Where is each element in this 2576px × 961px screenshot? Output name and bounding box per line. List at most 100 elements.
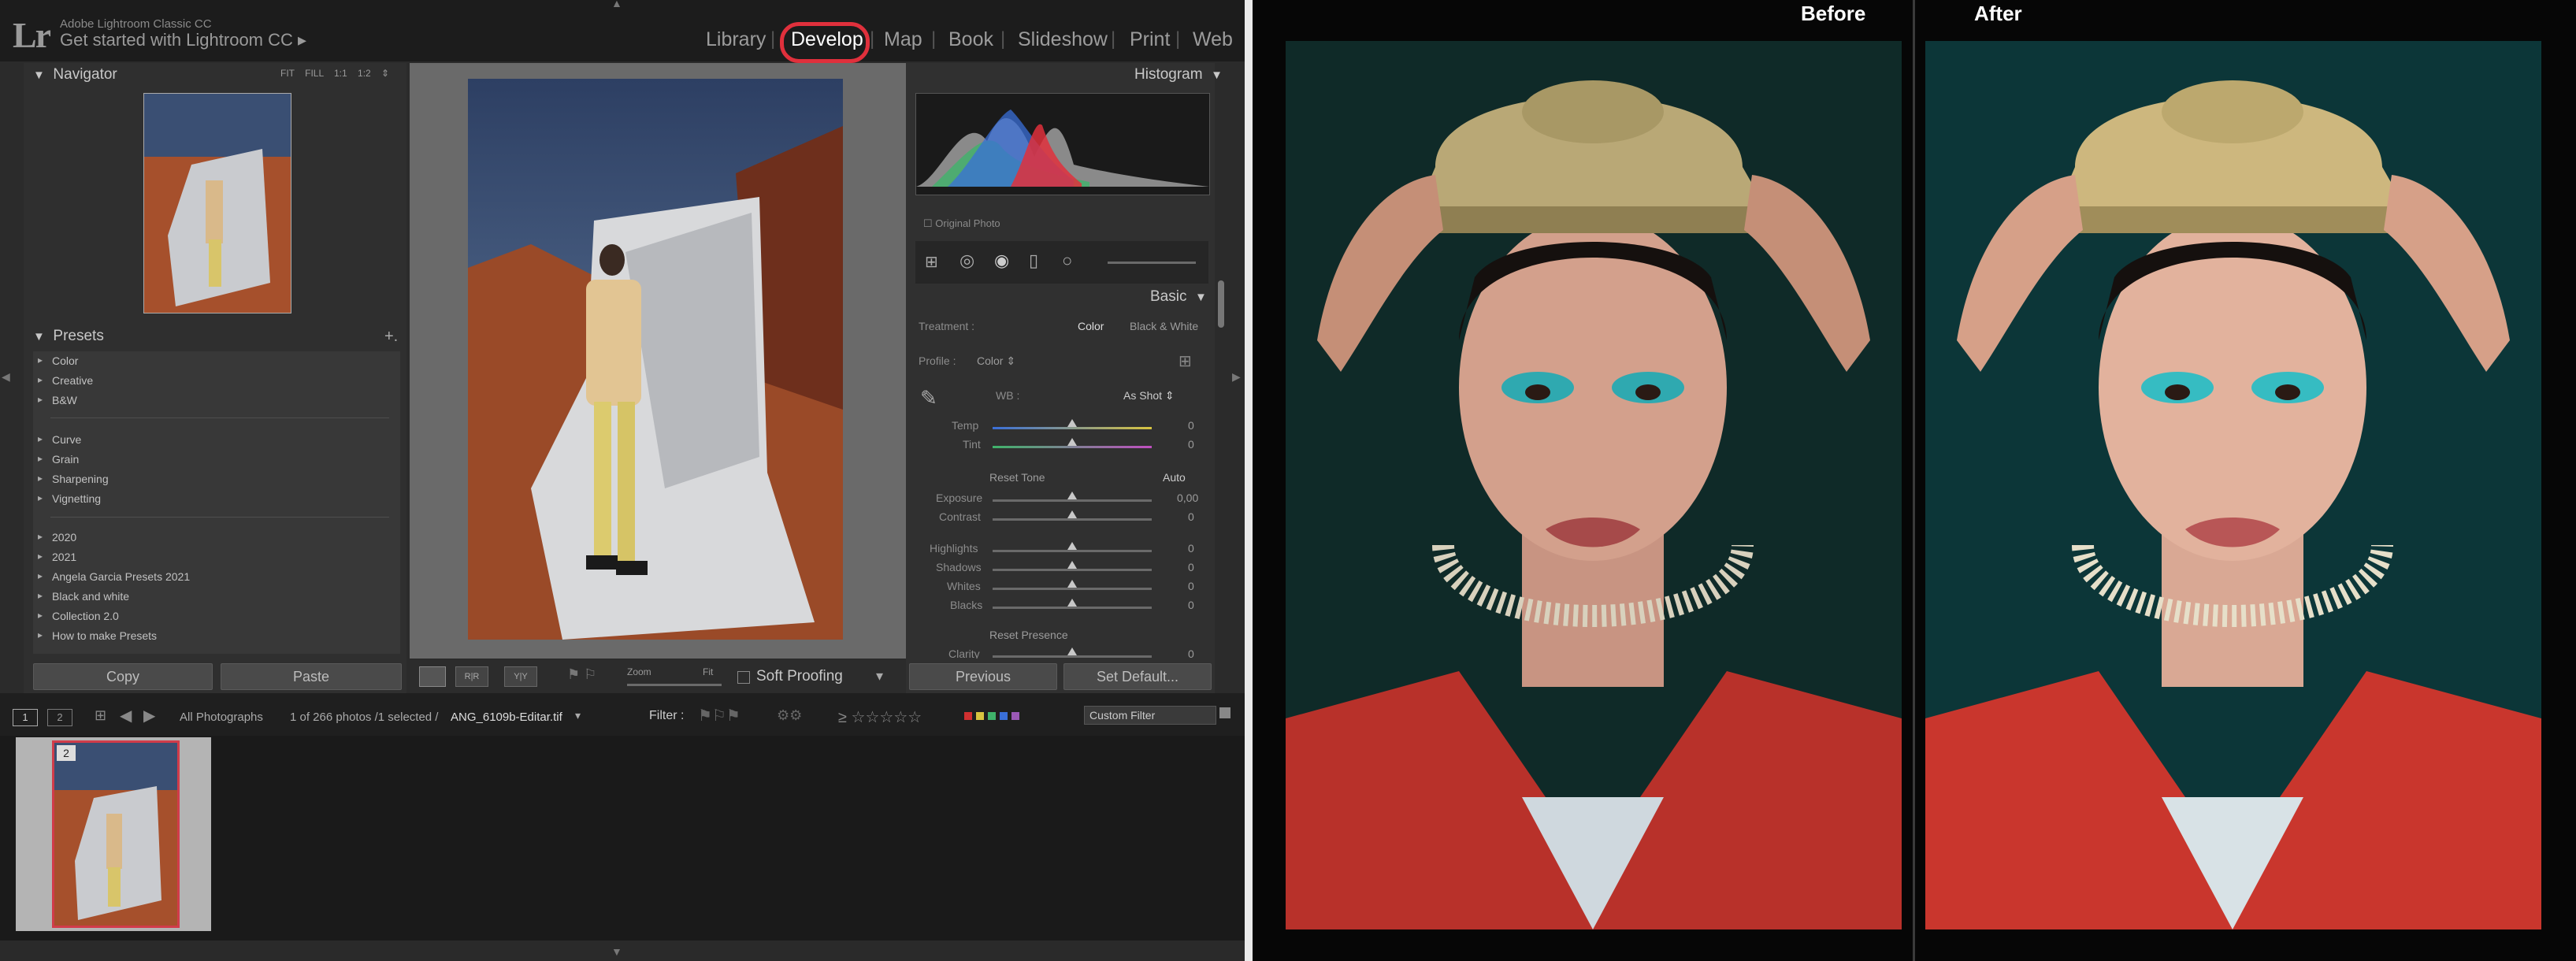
auto-tone-button[interactable]: Auto: [1163, 471, 1186, 484]
wb-select[interactable]: As Shot ⇕: [1123, 389, 1175, 403]
whites-value[interactable]: 0: [1188, 580, 1194, 592]
shadows-slider-knob[interactable]: [1067, 561, 1077, 569]
blacks-slider-knob[interactable]: [1067, 599, 1077, 607]
filter-lock-icon[interactable]: [1219, 707, 1230, 718]
paste-button[interactable]: Paste: [221, 663, 402, 690]
filename-dropdown-icon[interactable]: ▾: [575, 709, 581, 722]
before-after-split-icon[interactable]: Y|Y: [504, 666, 537, 687]
temp-slider[interactable]: [993, 427, 1152, 429]
main-photo[interactable]: [468, 79, 843, 640]
profile-browser-icon[interactable]: ⊞: [1179, 351, 1192, 371]
module-library[interactable]: Library: [706, 28, 766, 51]
previous-button[interactable]: Previous: [909, 663, 1057, 690]
wb-eyedropper-icon[interactable]: ✎: [920, 386, 937, 410]
temp-value[interactable]: 0: [1188, 419, 1194, 432]
module-slideshow[interactable]: Slideshow: [1018, 28, 1108, 51]
red-eye-icon[interactable]: ◉: [994, 250, 1009, 271]
view-1-button[interactable]: 1: [13, 709, 38, 726]
highlights-value[interactable]: 0: [1188, 542, 1194, 555]
flag-icon[interactable]: ⚑ ⚐: [567, 666, 596, 683]
reset-presence-button[interactable]: Reset Presence: [989, 629, 1068, 641]
exposure-slider[interactable]: [993, 499, 1152, 502]
whites-slider-knob[interactable]: [1067, 580, 1077, 588]
before-after-view-icon[interactable]: R|R: [455, 666, 488, 687]
treatment-color[interactable]: Color: [1078, 320, 1104, 332]
preset-group[interactable]: Grain: [38, 453, 79, 466]
top-panel-toggle-icon[interactable]: ▲: [611, 0, 622, 9]
original-photo-toggle[interactable]: ☐ Original Photo: [923, 217, 1000, 230]
custom-filter-select[interactable]: Custom Filter: [1084, 706, 1216, 725]
clarity-slider-knob[interactable]: [1067, 647, 1077, 655]
preset-group[interactable]: Vignetting: [38, 492, 101, 505]
soft-proofing-checkbox[interactable]: [737, 671, 750, 684]
contrast-value[interactable]: 0: [1188, 510, 1194, 523]
flag-filter-icon[interactable]: ⚑⚐⚑: [698, 706, 741, 725]
presets-header[interactable]: ▼ Presets: [33, 328, 104, 345]
rating-filter-stars[interactable]: ≥ ☆☆☆☆☆: [838, 707, 922, 727]
loupe-view-icon[interactable]: [419, 666, 446, 687]
brush-slider[interactable]: [1108, 262, 1196, 264]
reset-tone-button[interactable]: Reset Tone: [989, 471, 1045, 484]
preset-group[interactable]: Sharpening: [38, 473, 109, 485]
crop-tool-icon[interactable]: ⊞: [925, 252, 938, 272]
preset-group[interactable]: Curve: [38, 433, 82, 446]
toolbar-menu-icon[interactable]: ▾: [876, 668, 883, 685]
profile-select[interactable]: Color ⇕: [977, 354, 1015, 368]
exposure-slider-knob[interactable]: [1067, 492, 1077, 499]
preset-group[interactable]: Color: [38, 354, 79, 367]
preset-group[interactable]: Collection 2.0: [38, 610, 119, 622]
view-2-button[interactable]: 2: [47, 709, 72, 726]
module-web[interactable]: Web: [1193, 28, 1233, 51]
get-started-link[interactable]: Get started with Lightroom CC ▸: [60, 30, 306, 50]
set-default-button[interactable]: Set Default...: [1063, 663, 1212, 690]
clarity-slider[interactable]: [993, 655, 1152, 658]
highlights-slider[interactable]: [993, 550, 1152, 552]
collapse-triangle-icon[interactable]: ▼: [33, 330, 45, 343]
tint-value[interactable]: 0: [1188, 438, 1194, 451]
left-panel-toggle-icon[interactable]: ◀: [2, 370, 10, 384]
contrast-slider[interactable]: [993, 518, 1152, 521]
module-book[interactable]: Book: [948, 28, 993, 51]
treatment-bw[interactable]: Black & White: [1130, 320, 1198, 332]
source-label[interactable]: All Photographs: [180, 711, 263, 724]
navigator-preview[interactable]: [143, 93, 291, 314]
right-panel-scrollbar[interactable]: [1218, 280, 1224, 328]
edited-filter-icon[interactable]: ⚙⚙: [777, 707, 802, 724]
preset-group[interactable]: 2021: [38, 551, 76, 563]
module-print[interactable]: Print: [1130, 28, 1170, 51]
whites-slider[interactable]: [993, 588, 1152, 590]
back-arrow-icon[interactable]: ◀: [120, 706, 132, 725]
add-preset-button[interactable]: +.: [384, 328, 398, 346]
module-map[interactable]: Map: [884, 28, 922, 51]
histogram-header[interactable]: Histogram ▼: [1134, 66, 1223, 83]
filmstrip-toggle-icon[interactable]: ▼: [611, 945, 622, 958]
blacks-value[interactable]: 0: [1188, 599, 1194, 611]
graduated-filter-icon[interactable]: ▯: [1029, 250, 1038, 271]
filename[interactable]: ANG_6109b-Editar.tif: [451, 711, 562, 724]
grid-icon[interactable]: ⊞: [95, 707, 106, 724]
collapse-triangle-icon[interactable]: ▼: [1195, 291, 1207, 304]
preset-group[interactable]: How to make Presets: [38, 629, 157, 642]
copy-button[interactable]: Copy: [33, 663, 213, 690]
preset-group[interactable]: B&W: [38, 394, 77, 406]
module-develop[interactable]: Develop: [791, 28, 863, 51]
navigator-zoom-options[interactable]: FIT FILL 1:1 1:2 ⇕: [280, 68, 389, 79]
temp-slider-knob[interactable]: [1067, 419, 1077, 427]
preset-group[interactable]: Creative: [38, 374, 93, 387]
forward-arrow-icon[interactable]: ▶: [143, 706, 155, 725]
zoom-slider[interactable]: [627, 684, 722, 686]
collapse-triangle-icon[interactable]: ▼: [1211, 69, 1223, 82]
tint-slider-knob[interactable]: [1067, 438, 1077, 446]
navigator-header[interactable]: ▼ Navigator: [33, 66, 117, 83]
preset-group[interactable]: 2020: [38, 531, 76, 544]
highlights-slider-knob[interactable]: [1067, 542, 1077, 550]
histogram[interactable]: [915, 93, 1210, 195]
shadows-value[interactable]: 0: [1188, 561, 1194, 573]
spot-removal-icon[interactable]: ◎: [960, 250, 974, 271]
color-label-filter[interactable]: [964, 711, 1024, 722]
contrast-slider-knob[interactable]: [1067, 510, 1077, 518]
radial-filter-icon[interactable]: ○: [1062, 250, 1072, 271]
filmstrip-thumbnail[interactable]: [52, 740, 180, 928]
shadows-slider[interactable]: [993, 569, 1152, 571]
blacks-slider[interactable]: [993, 607, 1152, 609]
